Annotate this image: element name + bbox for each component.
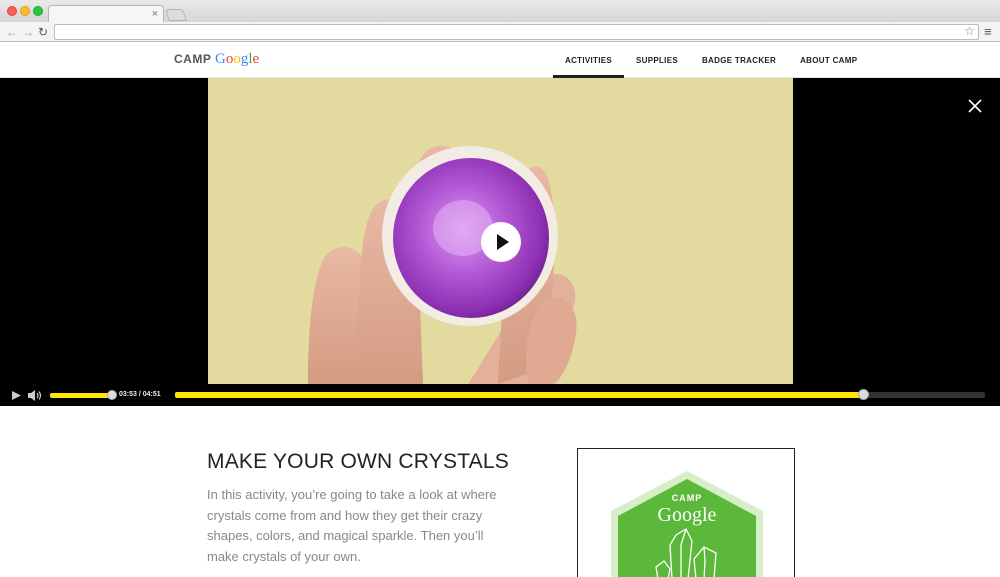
main-nav: ACTIVITIES SUPPLIES BADGE TRACKER ABOUT …: [553, 43, 869, 78]
nav-item-supplies[interactable]: SUPPLIES: [624, 43, 690, 78]
nav-item-badge-tracker[interactable]: BADGE TRACKER: [690, 43, 788, 78]
back-icon[interactable]: ←: [6, 24, 18, 40]
tab-close-icon[interactable]: ×: [152, 7, 158, 21]
nav-item-activities[interactable]: ACTIVITIES: [553, 43, 625, 78]
logo-camp-text: CAMP: [174, 52, 212, 66]
reload-icon[interactable]: ↻: [38, 24, 48, 40]
badge-card: CAMP Google: [577, 448, 795, 577]
play-icon: [497, 234, 509, 250]
zoom-window-button[interactable]: [33, 6, 43, 16]
camp-google-logo[interactable]: CAMP Google: [174, 51, 259, 68]
logo-google-text: Google: [214, 51, 260, 67]
address-bar[interactable]: ☆: [54, 24, 979, 40]
browser-titlebar: ×: [0, 0, 1000, 22]
time-display: 03:53 / 04:51: [119, 391, 161, 398]
volume-slider-handle[interactable]: [107, 390, 117, 400]
volume-slider[interactable]: [50, 393, 112, 398]
site-header: CAMP Google ACTIVITIES SUPPLIES BADGE TR…: [0, 43, 1000, 78]
close-icon[interactable]: [964, 95, 986, 117]
forward-icon[interactable]: →: [22, 24, 34, 40]
badge-camp-text: CAMP: [672, 493, 703, 503]
new-tab-button[interactable]: [165, 9, 187, 21]
browser-toolbar: ← → ↻ ☆ ≡: [0, 22, 1000, 42]
seek-bar-handle[interactable]: [857, 389, 869, 400]
nav-item-about-camp[interactable]: ABOUT CAMP: [788, 43, 869, 78]
volume-icon[interactable]: [27, 389, 44, 402]
browser-menu-icon[interactable]: ≡: [984, 24, 992, 40]
bookmark-star-icon[interactable]: ☆: [964, 24, 975, 38]
video-controls: 03:53 / 04:51: [0, 386, 1000, 406]
video-player: [0, 78, 1000, 406]
play-icon[interactable]: [11, 390, 22, 401]
video-frame[interactable]: [208, 78, 793, 384]
badge-google-text: Google: [658, 504, 717, 526]
seek-bar-progress: [175, 392, 864, 398]
close-window-button[interactable]: [7, 6, 17, 16]
browser-tab[interactable]: ×: [48, 5, 164, 22]
activity-title: MAKE YOUR OWN CRYSTALS: [207, 450, 509, 473]
minimize-window-button[interactable]: [20, 6, 30, 16]
play-overlay-button[interactable]: [481, 222, 521, 262]
activity-description: In this activity, you’re going to take a…: [207, 487, 497, 564]
crystal-badge-icon: CAMP Google: [611, 471, 763, 577]
